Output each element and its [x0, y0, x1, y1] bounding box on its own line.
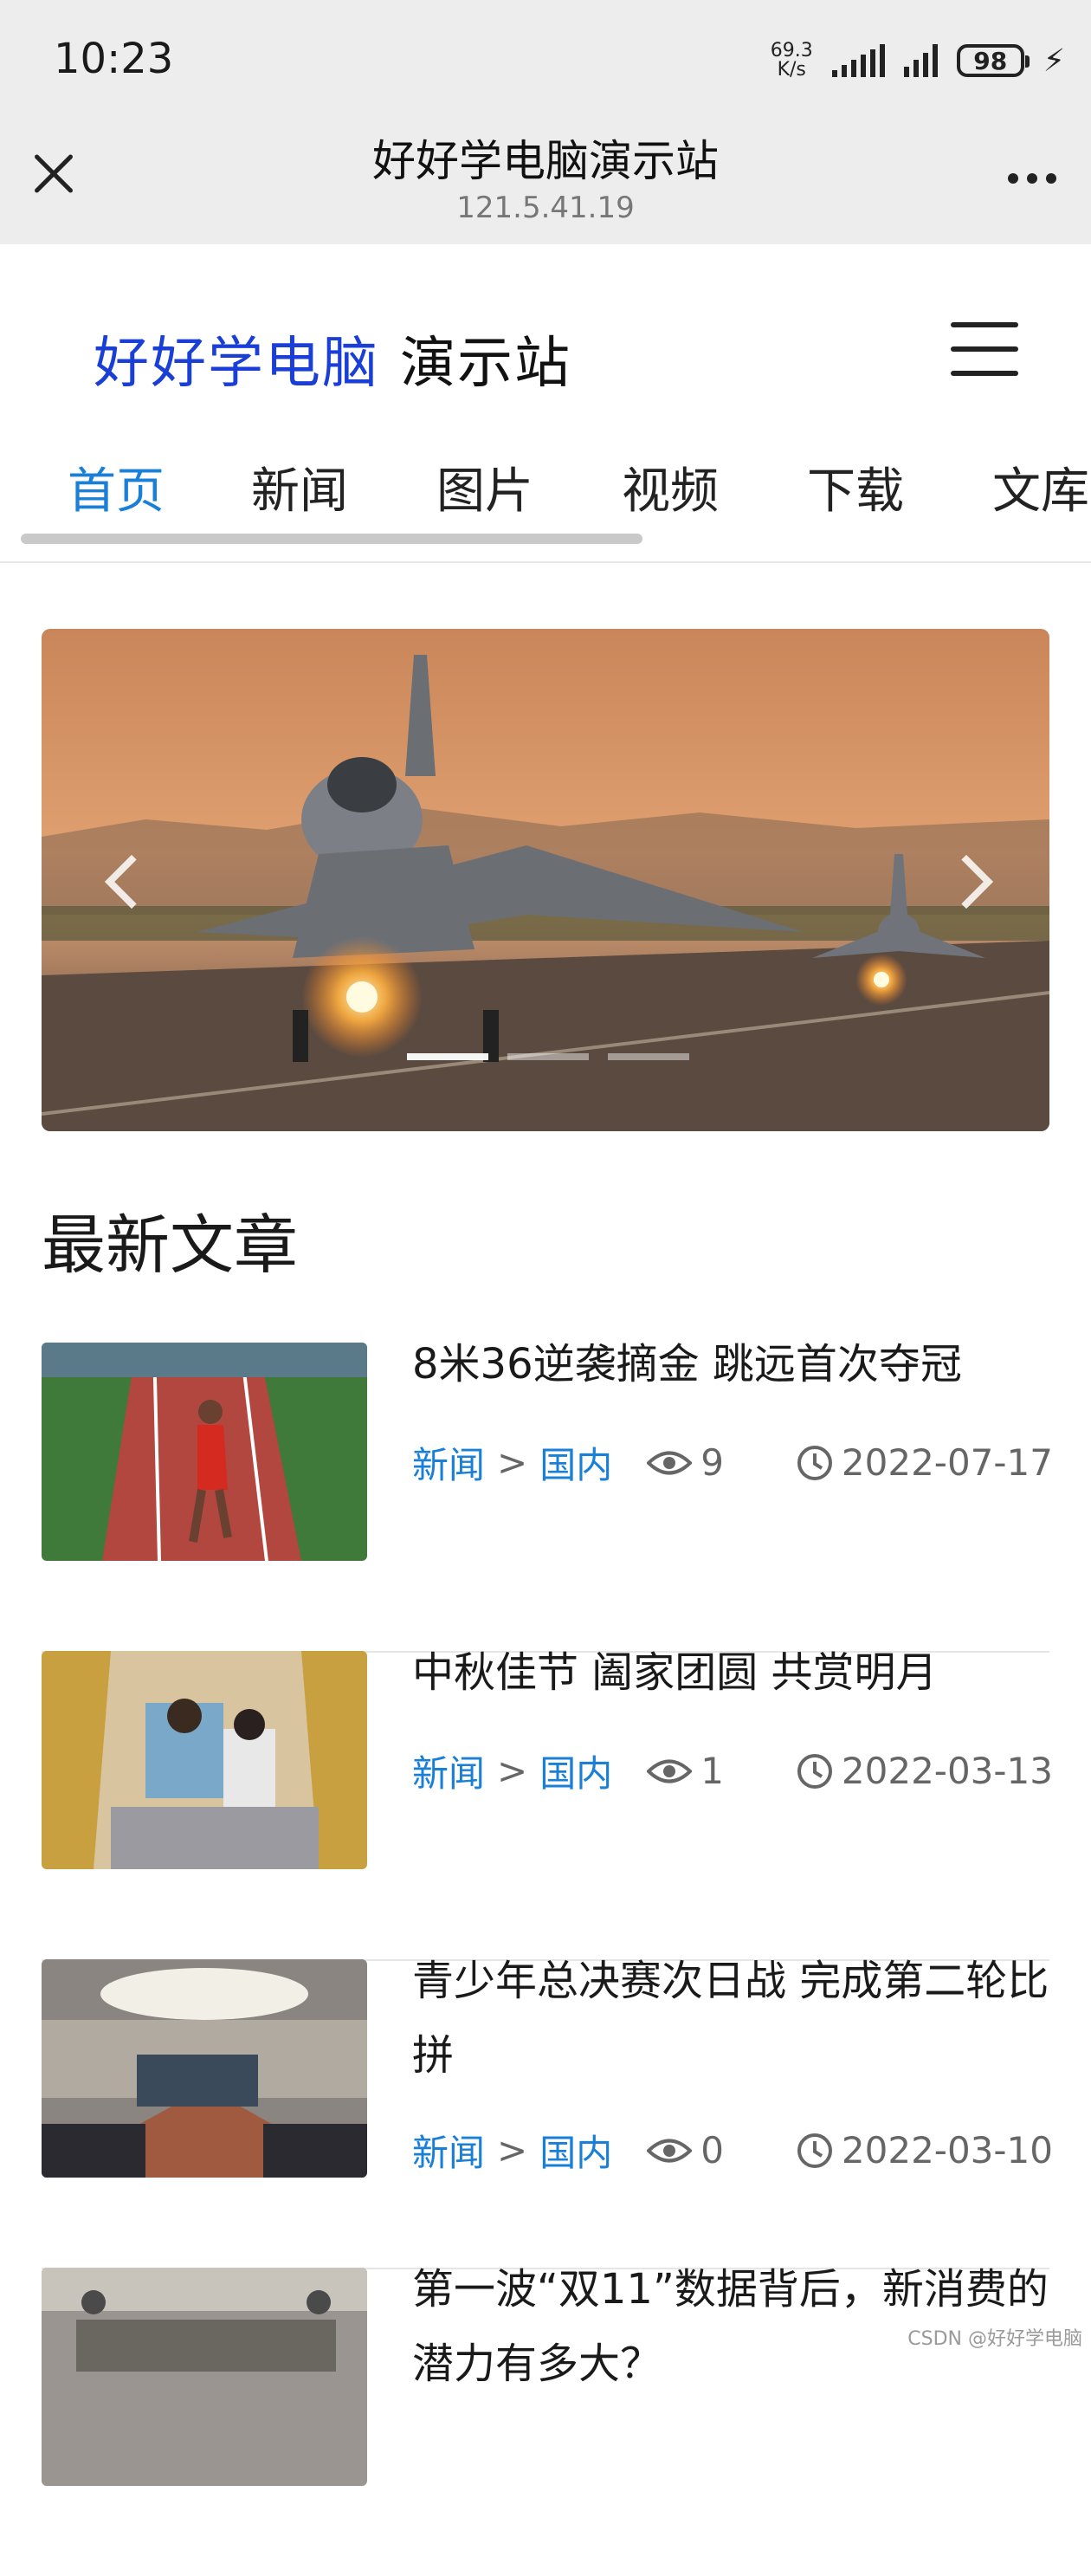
net-speed-unit: K/s: [777, 59, 806, 81]
nav-tab-news[interactable]: 新闻: [251, 452, 348, 522]
breadcrumb-separator: >: [497, 2129, 528, 2171]
article-views: 9: [647, 1441, 724, 1484]
article-date: 2022-07-17: [797, 1441, 1053, 1484]
article-views: 1: [647, 1750, 724, 1792]
article-category[interactable]: 新闻: [412, 1744, 485, 1797]
browser-header: 10:23 69.3 K/s 98 ⚡︎ 好好学电脑演示站 121.5.41.1…: [0, 0, 1091, 244]
view-count: 9: [700, 1441, 724, 1484]
carousel-indicators: [407, 1053, 689, 1060]
article-date: 2022-03-13: [797, 1750, 1053, 1792]
article-category[interactable]: 新闻: [412, 2124, 485, 2177]
page-title: 好好学电脑演示站: [372, 136, 719, 186]
nav-tab-home[interactable]: 首页: [68, 452, 165, 522]
article-thumbnail[interactable]: [42, 1651, 367, 1869]
article-meta: 新闻 > 国内 1 2022-03-13: [412, 1744, 1053, 1797]
article-item[interactable]: 8米36逆袭摘金 跳远首次夺冠 新闻 > 国内 9 2022-07-17: [42, 1340, 1053, 1653]
site-header: 好好学电脑 演示站 首页 新闻 图片 视频 下载 文库: [0, 244, 1091, 563]
section-heading: 最新文章: [42, 1208, 298, 1283]
article-title[interactable]: 8米36逆袭摘金 跳远首次夺冠: [412, 1327, 1053, 1401]
cell-signal-icon: [831, 44, 885, 77]
article-views: 0: [647, 2129, 724, 2171]
nav-scrollbar[interactable]: [21, 534, 642, 544]
eye-icon: [647, 1451, 693, 1474]
breadcrumb-separator: >: [497, 1750, 528, 1792]
eye-icon: [647, 1759, 693, 1783]
clock-icon: [797, 1753, 832, 1789]
clock-icon: [797, 2133, 832, 2168]
clock-icon: [797, 1445, 832, 1480]
nav-tab-videos[interactable]: 视频: [622, 452, 719, 522]
article-item[interactable]: 第一波“双11”数据背后，新消费的潜力有多大？: [42, 2265, 1049, 2576]
article-date: 2022-03-10: [797, 2129, 1053, 2171]
article-category[interactable]: 新闻: [412, 1436, 485, 1489]
page-url: 121.5.41.19: [456, 191, 635, 225]
eye-icon: [647, 2139, 693, 2162]
battery-level: 98: [973, 46, 1008, 75]
nav-tab-downloads[interactable]: 下载: [807, 452, 904, 522]
carousel-dot[interactable]: [608, 1053, 689, 1060]
more-icon[interactable]: [1008, 173, 1056, 184]
carousel-dot[interactable]: [507, 1053, 589, 1060]
status-icons: 69.3 K/s 98 ⚡︎: [771, 38, 1065, 83]
article-subcategory[interactable]: 国内: [539, 2124, 612, 2177]
article-subcategory[interactable]: 国内: [539, 1436, 612, 1489]
date-text: 2022-03-13: [841, 1750, 1053, 1792]
hero-carousel[interactable]: [42, 629, 1049, 1131]
charging-icon: ⚡︎: [1043, 42, 1065, 79]
carousel-dot[interactable]: [407, 1053, 488, 1060]
article-meta: 新闻 > 国内 0 2022-03-10: [412, 2124, 1053, 2177]
chevron-left-icon[interactable]: [94, 845, 145, 915]
article-meta: 新闻 > 国内 9 2022-07-17: [412, 1436, 1053, 1489]
wifi-signal-icon: [903, 44, 938, 77]
nav-tab-library[interactable]: 文库: [992, 452, 1089, 522]
site-logo-primary[interactable]: 好好学电脑: [94, 319, 379, 398]
breadcrumb-separator: >: [497, 1441, 528, 1484]
article-thumbnail[interactable]: [42, 1959, 367, 2178]
status-time: 10:23: [54, 35, 174, 83]
net-speed: 69.3 K/s: [771, 42, 813, 80]
view-count: 0: [700, 2129, 724, 2171]
article-item[interactable]: 青少年总决赛次日战 完成第二轮比拼 新闻 > 国内 0 2022-03-10: [42, 1957, 1053, 2269]
article-thumbnail[interactable]: [42, 2268, 367, 2486]
nav-tab-images[interactable]: 图片: [436, 452, 533, 522]
site-logo-secondary[interactable]: 演示站: [400, 319, 571, 398]
battery-icon: 98: [956, 44, 1030, 77]
article-title[interactable]: 青少年总决赛次日战 完成第二轮比拼: [412, 1944, 1053, 2093]
chevron-right-icon[interactable]: [946, 845, 997, 915]
view-count: 1: [700, 1750, 724, 1792]
date-text: 2022-07-17: [841, 1441, 1053, 1484]
article-subcategory[interactable]: 国内: [539, 1744, 612, 1797]
article-thumbnail[interactable]: [42, 1343, 367, 1561]
hamburger-icon[interactable]: [951, 322, 1018, 376]
main-nav: 首页 新闻 图片 视频 下载 文库: [0, 452, 1091, 530]
net-speed-value: 69.3: [770, 40, 813, 61]
date-text: 2022-03-10: [841, 2129, 1053, 2171]
article-title[interactable]: 中秋佳节 阖家团圆 共赏明月: [412, 1635, 1053, 1710]
article-item[interactable]: 中秋佳节 阖家团圆 共赏明月 新闻 > 国内 1 2022-03-13: [42, 1648, 1053, 1961]
watermark: CSDN @好好学电脑: [907, 2328, 1082, 2350]
